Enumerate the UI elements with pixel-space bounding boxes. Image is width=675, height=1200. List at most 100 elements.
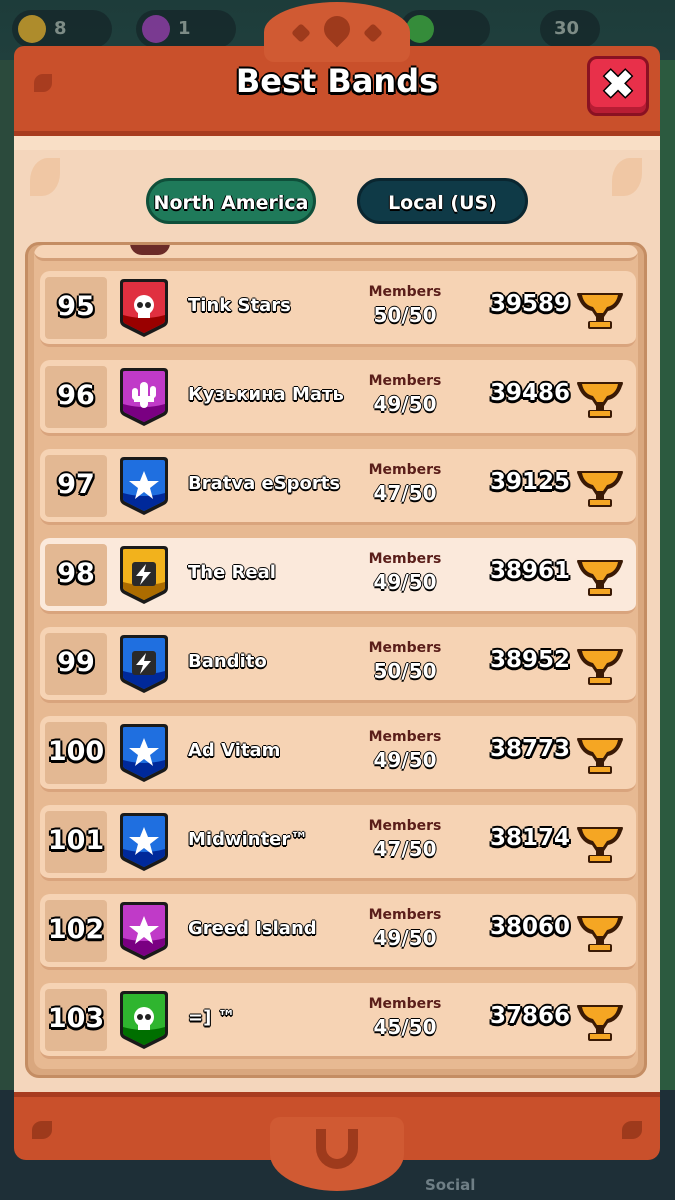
trophy-count: 38060 [489, 914, 570, 940]
leaderboard-scroll-area[interactable]: 95 Tink Stars Members 50/50 39589 96 Куз… [34, 245, 638, 1069]
rank-number: 102 [45, 900, 107, 962]
trophy-icon [574, 997, 626, 1043]
members-count: 47/50 [373, 837, 437, 861]
band-badge-star-icon [114, 722, 174, 784]
members-count: 50/50 [373, 659, 437, 683]
modal-body: North America Local (US) 95 Tink Stars M… [14, 136, 660, 1092]
band-name: =] ™ [188, 1007, 236, 1028]
rank-number: 97 [45, 455, 107, 517]
members-label: Members [368, 996, 442, 1012]
modal-header: Best Bands ✖ [14, 2, 660, 136]
close-button[interactable]: ✖ [587, 56, 649, 116]
band-name: Midwinter™ [188, 829, 309, 850]
trophy-count: 39125 [489, 469, 570, 495]
trophy-icon [574, 819, 626, 865]
members-label: Members [368, 373, 442, 389]
band-name: Greed Island [188, 918, 317, 939]
rank-number: 103 [45, 989, 107, 1051]
footer-leaf-icon [32, 1121, 52, 1139]
body-top-band [14, 136, 660, 150]
close-icon: ✖ [601, 62, 635, 108]
leaderboard-row[interactable]: 95 Tink Stars Members 50/50 39589 [40, 271, 636, 347]
trophy-icon [574, 908, 626, 954]
rank-number: 99 [45, 633, 107, 695]
background-left-edge [0, 60, 14, 1100]
band-name: The Real [188, 562, 276, 583]
background-gem-counter: 1 [136, 10, 236, 48]
partial-badge-icon [130, 245, 170, 255]
trophy-count: 38773 [489, 736, 570, 762]
green-token-icon [406, 15, 434, 43]
background-level-count: 30 [554, 18, 580, 39]
leaderboard-row[interactable]: 99 Bandito Members 50/50 38952 [40, 627, 636, 703]
members-label: Members [368, 462, 442, 478]
region-tabs: North America Local (US) [14, 178, 660, 224]
members-count: 49/50 [373, 392, 437, 416]
band-badge-star-icon [114, 900, 174, 962]
rank-number: 96 [45, 366, 107, 428]
background-coin-counter: 8 [12, 10, 112, 48]
trophy-count: 38952 [489, 647, 570, 673]
background-right-edge [660, 60, 675, 1100]
rank-number: 100 [45, 722, 107, 784]
background-social-label: Social [425, 1176, 476, 1194]
band-name: Кузькина Мать [188, 384, 344, 405]
trophy-icon [574, 374, 626, 420]
leaderboard-row[interactable]: 96 Кузькина Мать Members 49/50 39486 [40, 360, 636, 436]
band-badge-star-icon [114, 455, 174, 517]
partial-row-above [34, 245, 638, 261]
footer-crest-ornament [270, 1117, 404, 1191]
members-label: Members [368, 640, 442, 656]
members-count: 49/50 [373, 926, 437, 950]
members-label: Members [368, 907, 442, 923]
gem-icon [142, 15, 170, 43]
band-badge-cactus-icon [114, 366, 174, 428]
background-gem-count: 1 [178, 18, 191, 39]
members-label: Members [368, 284, 442, 300]
trophy-count: 37866 [489, 1003, 570, 1029]
leaderboard-row[interactable]: 100 Ad Vitam Members 49/50 38773 [40, 716, 636, 792]
band-badge-lightning-icon [114, 633, 174, 695]
modal-title: Best Bands [235, 62, 439, 100]
rank-number: 101 [45, 811, 107, 873]
band-badge-star-icon [114, 811, 174, 873]
leaderboard-list[interactable]: 95 Tink Stars Members 50/50 39589 96 Куз… [25, 242, 647, 1078]
leaderboard-row[interactable]: 98 The Real Members 49/50 38961 [40, 538, 636, 614]
leaderboard-row[interactable]: 97 Bratva eSports Members 47/50 39125 [40, 449, 636, 525]
crest-leaf-icon [363, 23, 383, 43]
modal-footer [14, 1092, 660, 1191]
trophy-icon [574, 552, 626, 598]
band-name: Bratva eSports [188, 473, 341, 494]
background-level-badge: 30 [540, 10, 600, 48]
members-label: Members [368, 551, 442, 567]
header-crest-ornament [264, 2, 410, 62]
members-label: Members [368, 729, 442, 745]
trophy-count: 38174 [489, 825, 570, 851]
band-name: Bandito [188, 651, 267, 672]
leaderboard-row[interactable]: 103 =] ™ Members 45/50 37866 [40, 983, 636, 1059]
background-coin-count: 8 [54, 18, 67, 39]
rank-number: 98 [45, 544, 107, 606]
tab-north-america[interactable]: North America [146, 178, 316, 224]
members-count: 45/50 [373, 1015, 437, 1039]
trophy-count: 39486 [489, 380, 570, 406]
leaderboard-row[interactable]: 102 Greed Island Members 49/50 38060 [40, 894, 636, 970]
trophy-icon [574, 730, 626, 776]
crest-leaf-icon [291, 23, 311, 43]
trophy-icon [574, 463, 626, 509]
leaderboard-row[interactable]: 101 Midwinter™ Members 47/50 38174 [40, 805, 636, 881]
horseshoe-icon [316, 1129, 358, 1169]
trophy-count: 38961 [489, 558, 570, 584]
best-bands-modal: Best Bands ✖ North America Local (US) 95… [14, 2, 660, 1191]
members-count: 49/50 [373, 748, 437, 772]
members-count: 50/50 [373, 303, 437, 327]
tab-local-us[interactable]: Local (US) [357, 178, 528, 224]
members-count: 47/50 [373, 481, 437, 505]
band-badge-skull-icon [114, 277, 174, 339]
trophy-icon [574, 641, 626, 687]
band-badge-skull-icon [114, 989, 174, 1051]
background-green-counter [400, 10, 490, 48]
trophy-icon [574, 285, 626, 331]
members-count: 49/50 [373, 570, 437, 594]
members-label: Members [368, 818, 442, 834]
